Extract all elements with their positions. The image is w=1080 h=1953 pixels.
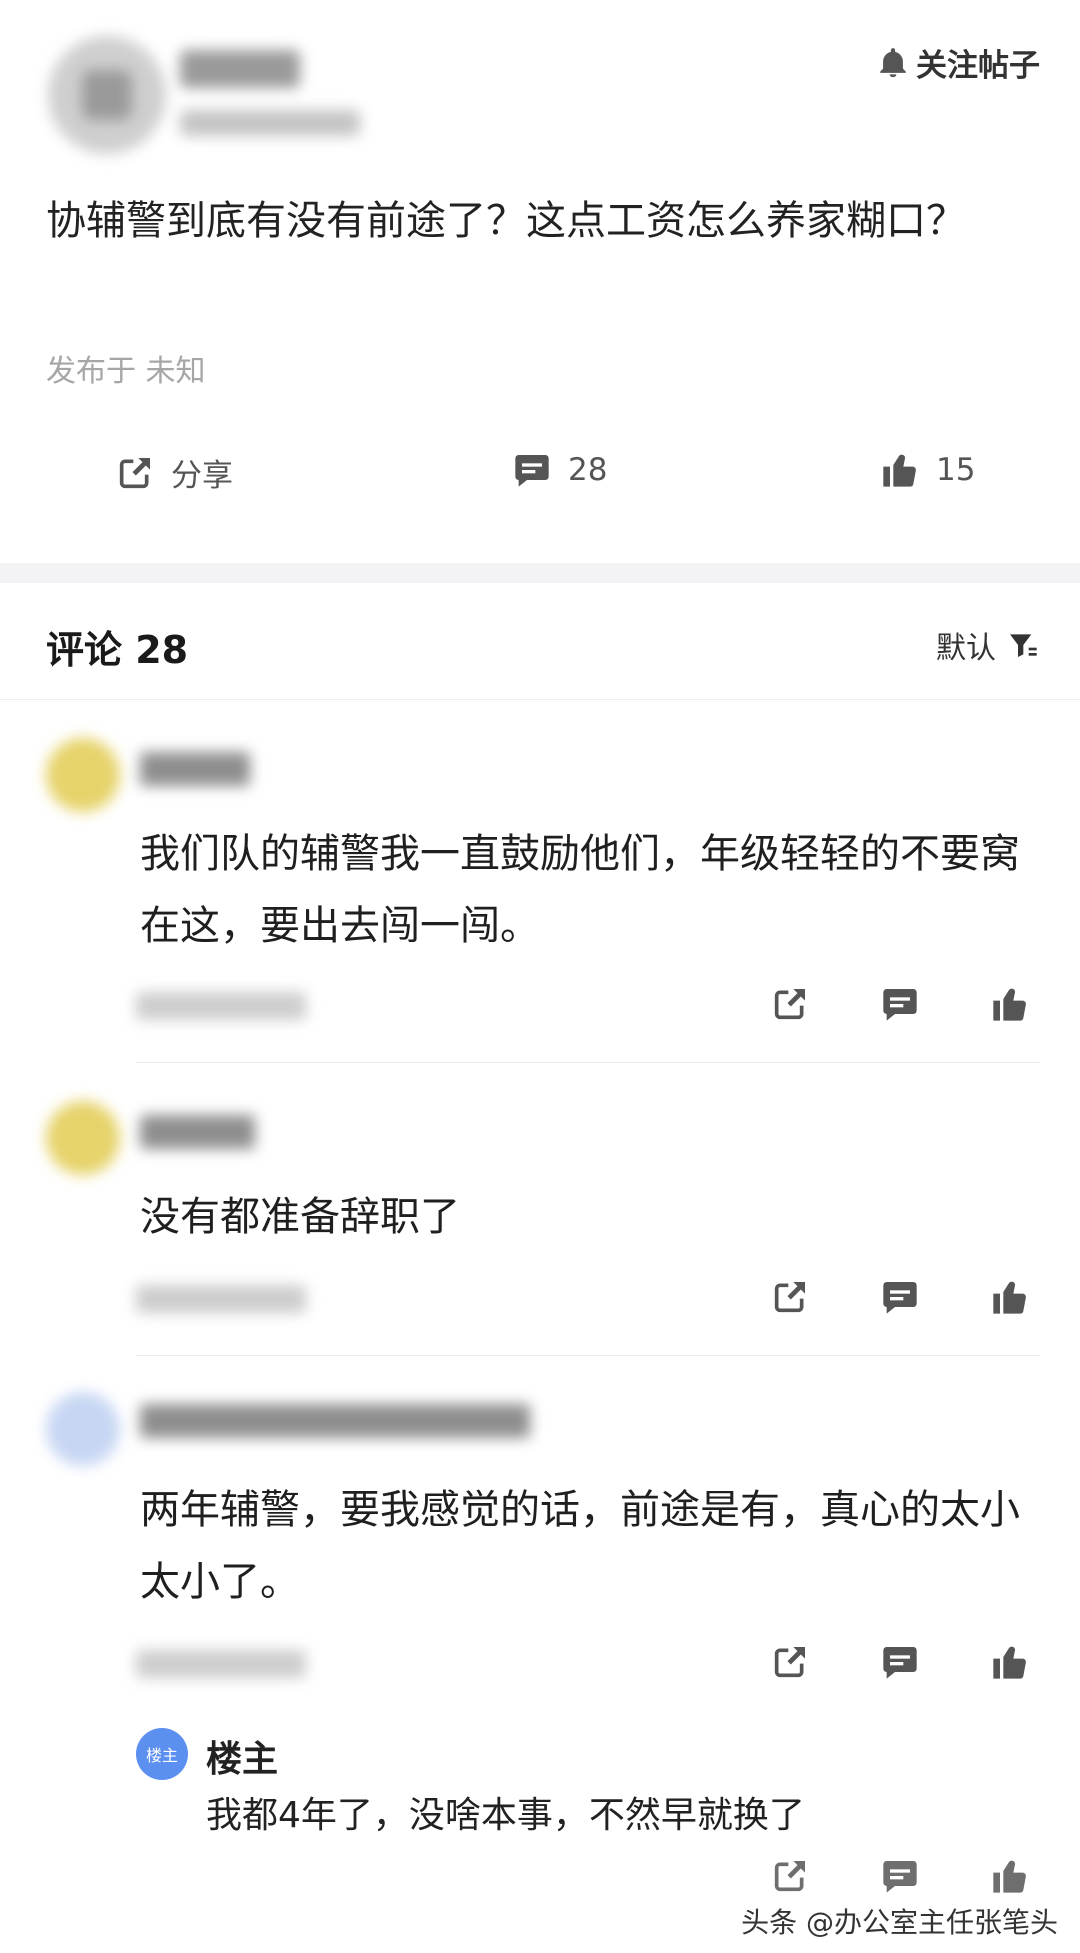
watermark: 头条 @办公室主任张笔头 <box>741 1901 1058 1941</box>
comment-date-blurred <box>136 1650 306 1678</box>
comment-icon <box>515 455 549 487</box>
watermark-text: 头条 @办公室主任张笔头 <box>741 1906 1058 1939</box>
reply-author[interactable]: 楼主 <box>206 1730 278 1782</box>
share-icon[interactable] <box>770 1856 810 1896</box>
post-title: 协辅警到底有没有前途了？这点工资怎么养家糊口？ <box>46 198 966 244</box>
comment-actions <box>770 1277 1050 1317</box>
share-icon[interactable] <box>770 984 810 1024</box>
comment-text: 没有都准备辞职了 <box>140 1194 460 1240</box>
filter-icon <box>1010 634 1037 657</box>
share-label: 分享 <box>171 458 233 494</box>
comment-actions <box>770 984 1050 1024</box>
comment-text: 两年辅警，要我感觉的话，前途是有，真心的太小太小了。 <box>140 1487 1020 1605</box>
comment-icon[interactable] <box>880 1642 920 1682</box>
section-divider <box>0 563 1080 583</box>
comment-icon[interactable] <box>880 1856 920 1896</box>
commenter-name-blurred[interactable] <box>140 752 250 786</box>
post-meta: 发布于 未知 <box>46 354 206 389</box>
comment-text: 我们队的辅警我一直鼓励他们，年级轻轻的不要窝在这，要出去闯一闯。 <box>140 831 1020 949</box>
comment-date-blurred <box>136 1285 306 1313</box>
follow-post-button[interactable]: 关注帖子 <box>876 40 1040 85</box>
commenter-avatar[interactable] <box>46 1392 120 1466</box>
share-icon[interactable] <box>770 1277 810 1317</box>
owner-badge: 楼主 <box>136 1728 188 1780</box>
post-actions: 分享 28 15 <box>0 450 1080 510</box>
bell-icon <box>880 47 906 77</box>
thumbs-up-icon[interactable] <box>990 1277 1030 1317</box>
divider <box>136 1355 1040 1356</box>
thumbs-up-icon <box>883 454 916 487</box>
reply-actions <box>770 1856 1050 1896</box>
commenter-avatar[interactable] <box>46 1101 120 1175</box>
comments-title: 评论 28 <box>46 628 189 672</box>
share-icon[interactable] <box>770 1642 810 1682</box>
commenter-name-blurred[interactable] <box>140 1115 255 1149</box>
commenter-avatar[interactable] <box>46 738 120 812</box>
thumbs-up-icon[interactable] <box>990 984 1030 1024</box>
comment-button[interactable]: 28 <box>512 450 607 490</box>
comment-date-blurred <box>136 992 306 1020</box>
comments-header: 评论 28 默认 <box>0 583 1080 700</box>
comment-icon[interactable] <box>880 1277 920 1317</box>
author-avatar[interactable] <box>48 36 166 154</box>
commenter-name-blurred[interactable] <box>140 1404 530 1438</box>
comment-actions <box>770 1642 1050 1682</box>
thumbs-up-icon[interactable] <box>990 1856 1030 1896</box>
post-date-blurred <box>180 110 360 136</box>
comment-count: 28 <box>568 452 608 488</box>
share-icon <box>119 457 150 488</box>
comment-icon[interactable] <box>880 984 920 1024</box>
sort-button[interactable]: 默认 <box>936 623 1038 667</box>
like-count: 15 <box>936 452 976 488</box>
reply-text: 我都4年了，没啥本事，不然早就换了 <box>206 1795 805 1836</box>
divider <box>136 1062 1040 1063</box>
like-button[interactable]: 15 <box>880 450 975 490</box>
share-button[interactable]: 分享 <box>115 450 233 495</box>
author-name-blurred[interactable] <box>180 50 300 88</box>
sort-label: 默认 <box>936 631 996 666</box>
post-header: 关注帖子 <box>0 0 1080 154</box>
follow-post-label: 关注帖子 <box>916 48 1040 84</box>
thumbs-up-icon[interactable] <box>990 1642 1030 1682</box>
